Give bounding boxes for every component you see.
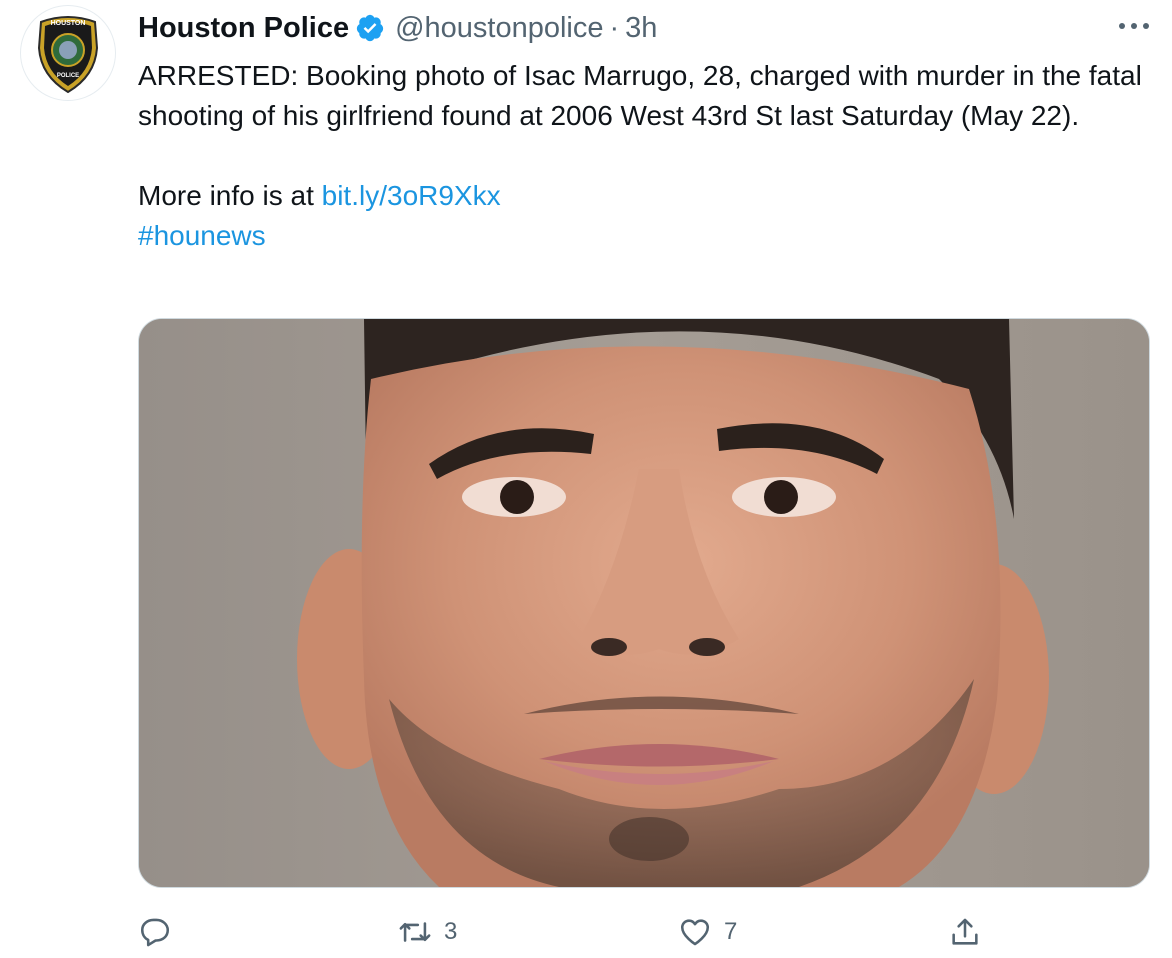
verified-badge-icon bbox=[355, 13, 385, 43]
more-options-button[interactable] bbox=[1114, 8, 1154, 44]
like-count: 7 bbox=[724, 918, 738, 945]
author-name[interactable]: Houston Police bbox=[138, 12, 349, 45]
timestamp[interactable]: 3h bbox=[625, 12, 657, 45]
hashtag-link[interactable]: #hounews bbox=[138, 220, 266, 251]
tweet-header: Houston Police @houstonpolice · 3h bbox=[138, 8, 657, 48]
tweet-paragraph: ARRESTED: Booking photo of Isac Marrugo,… bbox=[138, 60, 1142, 131]
more-info-line: More info is at bit.ly/3oR9Xkx bbox=[138, 176, 1148, 216]
reply-button[interactable] bbox=[138, 910, 184, 954]
share-icon bbox=[952, 918, 978, 945]
share-button[interactable] bbox=[948, 910, 994, 954]
author-handle[interactable]: @houstonpolice bbox=[395, 12, 603, 45]
avatar-text-bottom: POLICE bbox=[57, 73, 79, 79]
heart-icon bbox=[680, 919, 710, 946]
retweet-button[interactable]: 3 bbox=[398, 910, 457, 954]
separator-dot: · bbox=[609, 11, 620, 44]
tweet-text: ARRESTED: Booking photo of Isac Marrugo,… bbox=[138, 56, 1148, 256]
houston-police-badge-icon: HOUSTON POLICE bbox=[37, 16, 99, 94]
hashtag-line: #hounews bbox=[138, 216, 1148, 256]
retweet-icon bbox=[399, 922, 431, 942]
more-info-prefix: More info is at bbox=[138, 180, 322, 211]
more-icon bbox=[1119, 23, 1149, 29]
retweet-count: 3 bbox=[444, 918, 458, 945]
avatar-text-top: HOUSTON bbox=[51, 20, 86, 27]
avatar[interactable]: HOUSTON POLICE bbox=[20, 5, 116, 101]
booking-photo bbox=[139, 319, 1149, 887]
tweet-actions: 3 7 bbox=[138, 910, 1148, 954]
reply-icon bbox=[140, 918, 170, 947]
like-button[interactable]: 7 bbox=[678, 910, 737, 954]
tweet-link[interactable]: bit.ly/3oR9Xkx bbox=[322, 180, 501, 211]
tweet-media[interactable] bbox=[138, 318, 1150, 888]
